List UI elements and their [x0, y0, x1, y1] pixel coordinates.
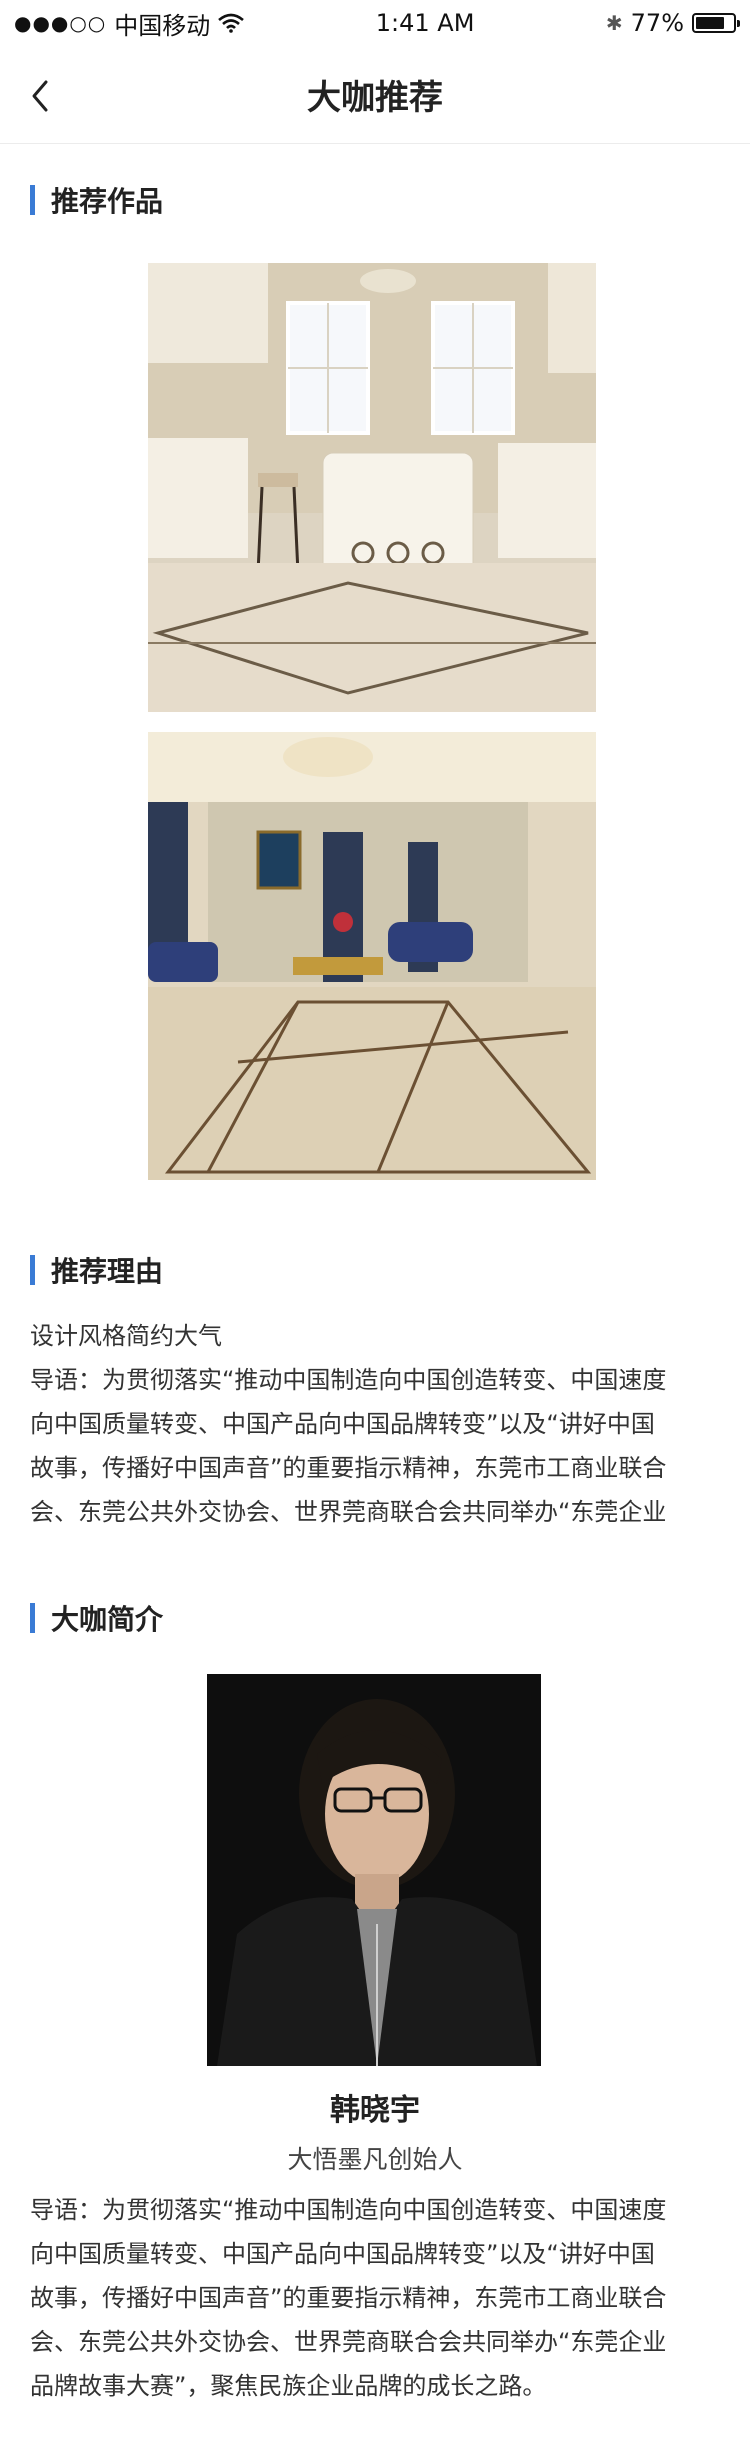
battery-level-fill	[696, 17, 724, 29]
battery-icon	[692, 13, 740, 33]
clock: 1:41 AM	[375, 9, 475, 37]
navigation-bar: 大咖推荐	[0, 46, 750, 144]
living-room-interior-photo[interactable]	[148, 732, 596, 1180]
reason-text: 设计风格简约大气 导语：为贯彻落实“推动中国制造向中国创造转变、中国速度 向中国…	[30, 1314, 720, 1534]
battery-percent: 77%	[630, 9, 684, 37]
designer-name: 韩晓宇	[330, 2093, 420, 2128]
wifi-icon	[218, 13, 245, 33]
carrier-label: 中国移动	[114, 11, 211, 40]
reason-line: 向中国质量转变、中国产品向中国品牌转变”以及“讲好中国	[30, 1410, 655, 1438]
reason-line: 故事，传播好中国声音”的重要指示精神，东莞市工商业联合	[30, 1454, 667, 1482]
signal-strength-icon: ●●●○○	[14, 11, 107, 35]
section-title-works-label: 推荐作品	[51, 185, 164, 218]
back-chevron-icon[interactable]	[22, 76, 62, 116]
section-accent-bar	[30, 1255, 35, 1285]
designer-portrait-photo	[207, 1674, 541, 2066]
section-title-reason-label: 推荐理由	[51, 1255, 164, 1288]
section-title-profile: 大咖简介	[30, 1598, 163, 1638]
section-title-works: 推荐作品	[30, 180, 163, 220]
reason-line: 会、东莞公共外交协会、世界莞商联合会共同举办“东莞企业	[30, 1498, 667, 1526]
designer-role: 大悟墨凡创始人	[287, 2145, 463, 2174]
status-bar: ●●●○○ 中国移动 1:41 AM ✱ 77%	[0, 0, 750, 46]
section-title-reason: 推荐理由	[30, 1250, 163, 1290]
profile-text: 导语：为贯彻落实“推动中国制造向中国创造转变、中国速度 向中国质量转变、中国产品…	[30, 2188, 720, 2408]
kitchen-interior-photo[interactable]	[148, 263, 596, 712]
profile-line: 故事，传播好中国声音”的重要指示精神，东莞市工商业联合	[30, 2284, 667, 2312]
section-title-profile-label: 大咖简介	[51, 1603, 164, 1636]
page-title: 大咖推荐	[307, 78, 443, 118]
reason-line: 设计风格简约大气	[30, 1322, 222, 1350]
profile-line: 会、东莞公共外交协会、世界莞商联合会共同举办“东莞企业	[30, 2328, 667, 2356]
status-right: ✱ 77%	[605, 9, 740, 37]
bluetooth-icon: ✱	[605, 11, 623, 35]
profile-line: 向中国质量转变、中国产品向中国品牌转变”以及“讲好中国	[30, 2240, 655, 2268]
status-left: ●●●○○ 中国移动	[14, 6, 245, 41]
section-accent-bar	[30, 185, 35, 215]
section-accent-bar	[30, 1603, 35, 1633]
reason-line: 导语：为贯彻落实“推动中国制造向中国创造转变、中国速度	[30, 1366, 667, 1394]
profile-line: 品牌故事大赛”，聚焦民族企业品牌的成长之路。	[30, 2372, 547, 2400]
profile-line: 导语：为贯彻落实“推动中国制造向中国创造转变、中国速度	[30, 2196, 667, 2224]
